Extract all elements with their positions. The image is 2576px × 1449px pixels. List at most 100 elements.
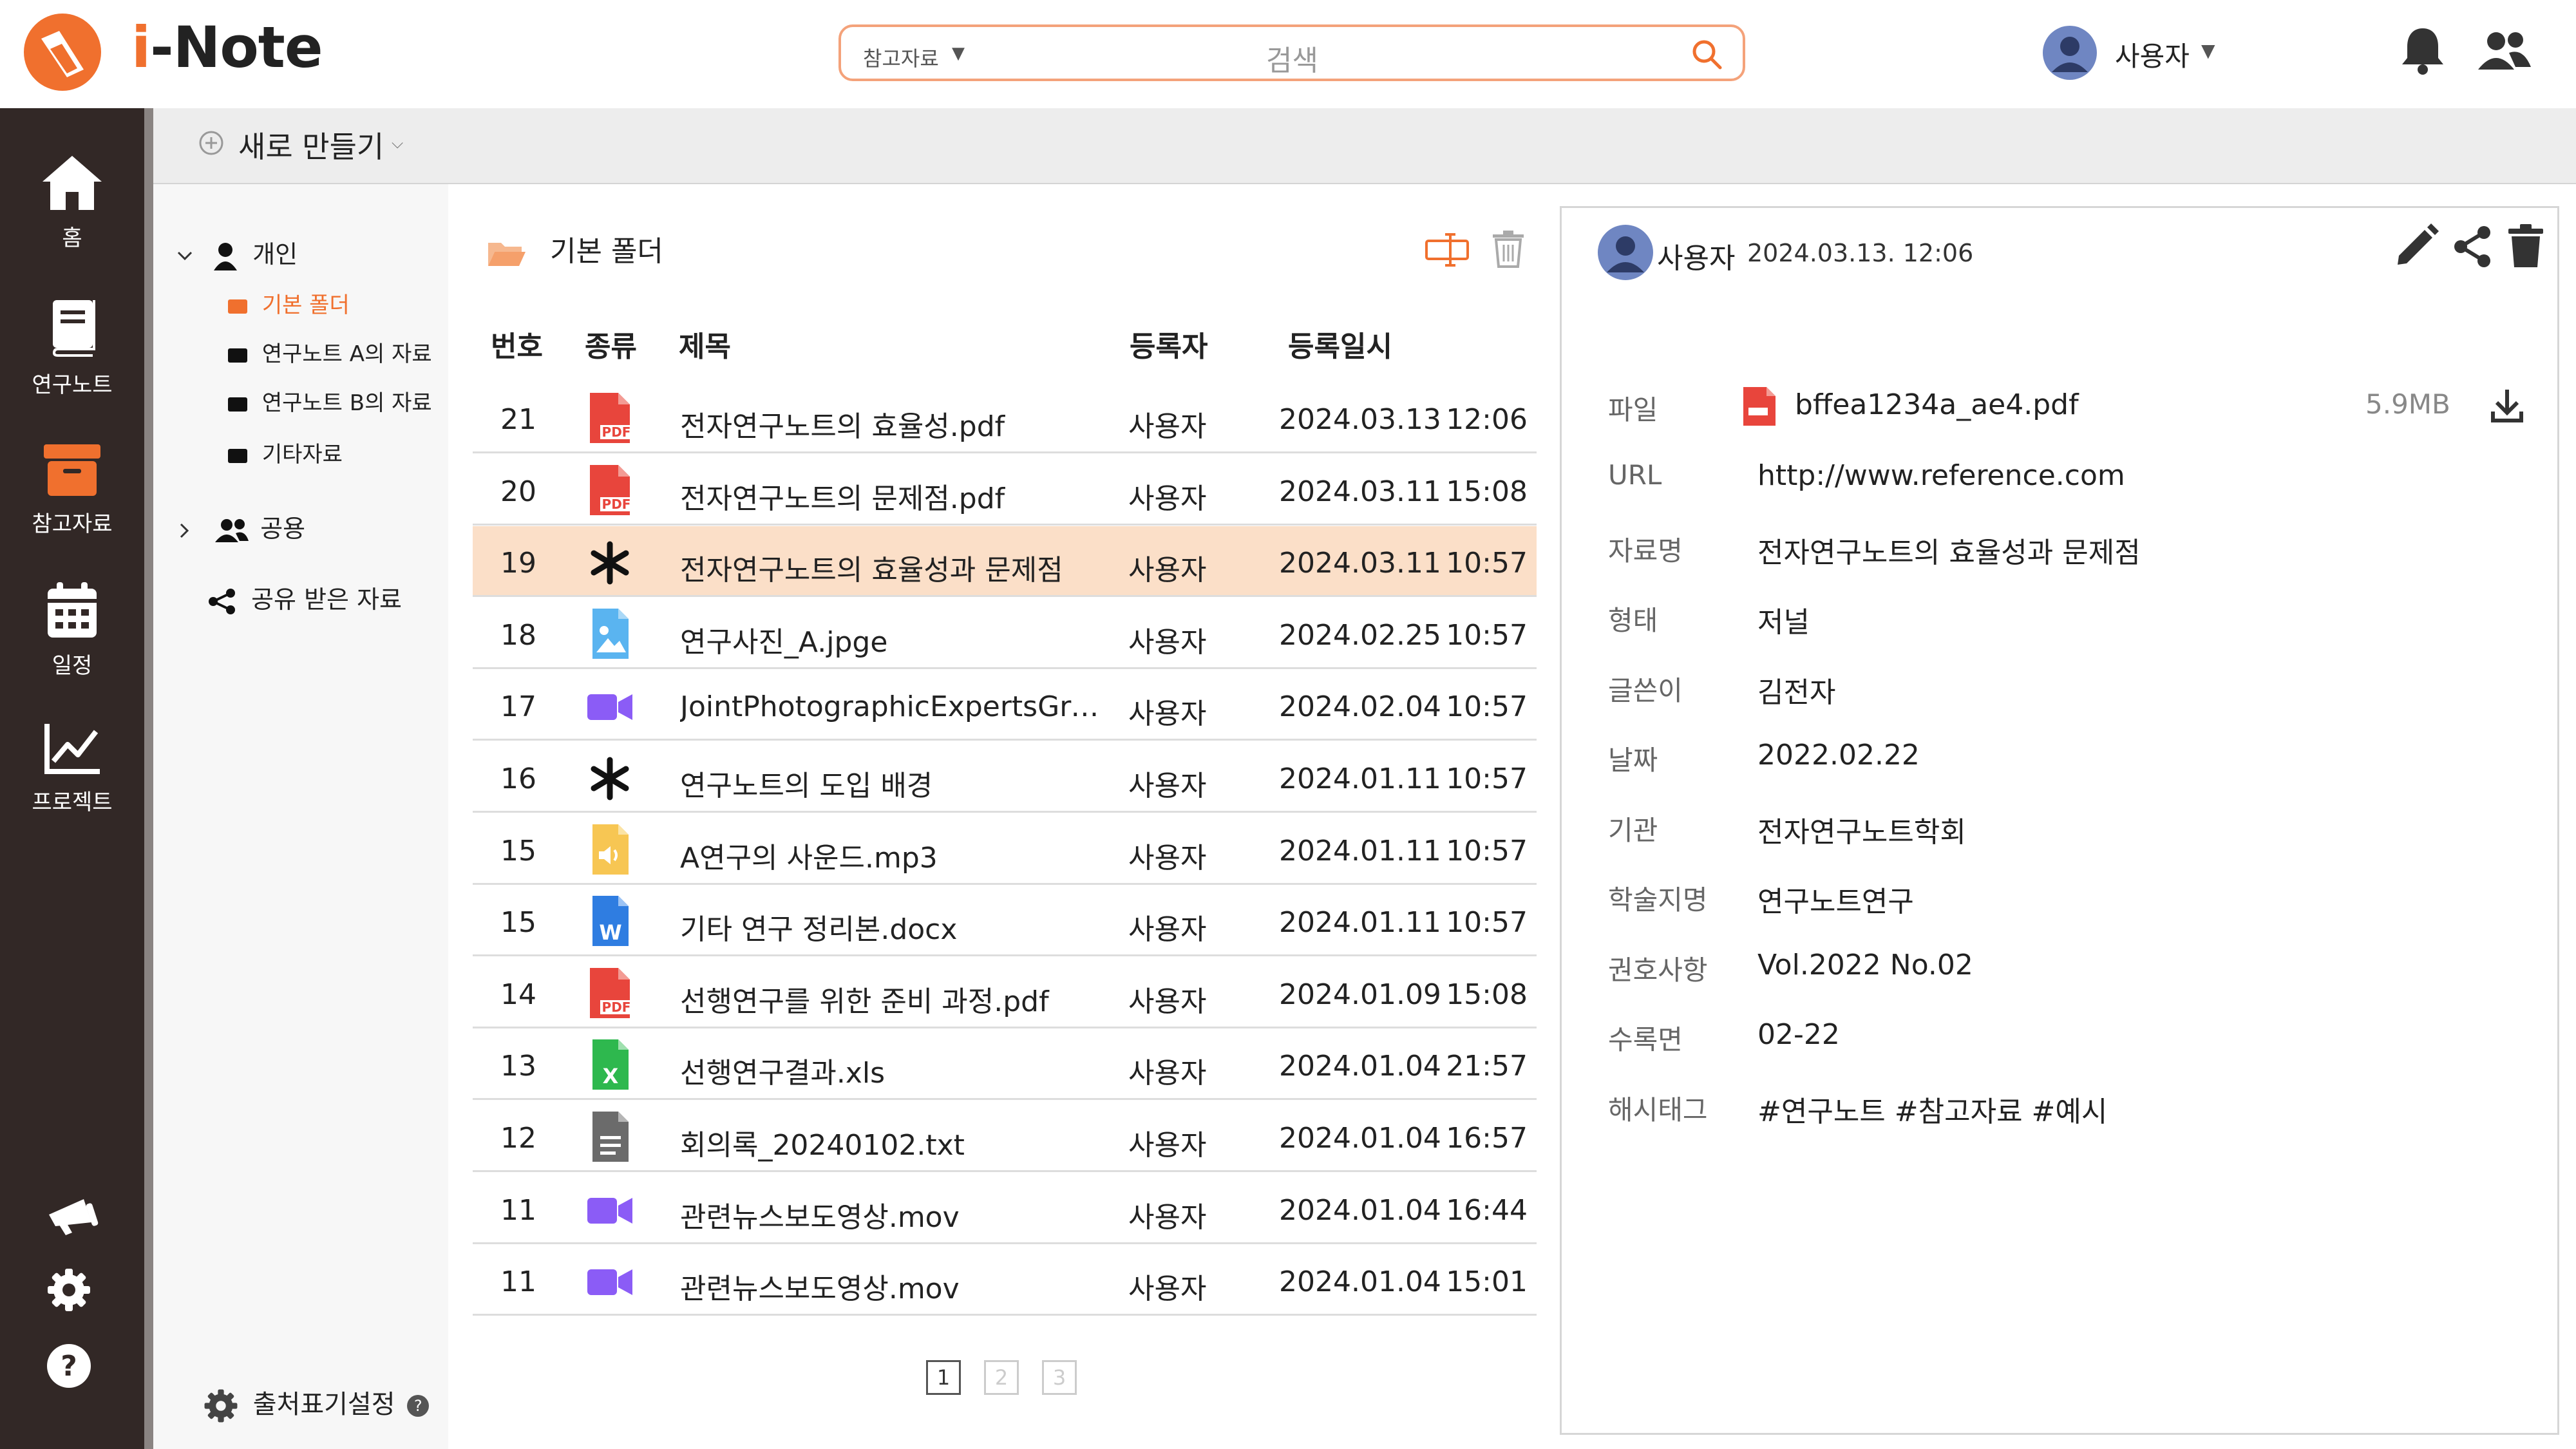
detail-key: 글쓴이 — [1608, 674, 1683, 706]
help-badge-icon[interactable]: ? — [407, 1395, 430, 1417]
table-row[interactable]: 17 JointPhotographicExpertsGrou… 사용자 2024.0… — [473, 670, 1537, 741]
tree-item-other[interactable]: 기타자료 — [228, 437, 343, 468]
nav-item-references[interactable]: 참고자료 — [0, 443, 144, 538]
detail-panel: 사용자 2024.03.13. 12:06 파일 bffea1234a_ae4.… — [1560, 206, 2559, 1435]
trash-icon[interactable] — [2507, 223, 2544, 269]
table-row[interactable]: 13 X 선행연구결과.xls 사용자 2024.01.04 21:57 — [473, 1029, 1537, 1101]
help-icon[interactable]: ? — [46, 1343, 91, 1388]
detail-value: 2022.02.22 — [1757, 739, 1920, 772]
search-category-select[interactable]: 참고자료 — [863, 43, 939, 72]
detail-value: 02-22 — [1757, 1018, 1840, 1051]
detail-value: 김전자 — [1757, 676, 1836, 709]
tree-node-shared[interactable]: 공유 받은 자료 — [207, 580, 402, 615]
table-header: 번호 종류 제목 등록자 등록일시 — [473, 323, 1537, 388]
row-title[interactable]: 전자연구노트의 효율성.pdf — [680, 403, 1112, 444]
megaphone-icon[interactable] — [46, 1197, 99, 1235]
nav-item-home[interactable]: 홈 — [0, 153, 144, 252]
table-row[interactable]: 15 W 기타 연구 정리본.docx 사용자 2024.01.11 10:57 — [473, 886, 1537, 957]
row-title[interactable]: 회의록_20240102.txt — [680, 1122, 1112, 1163]
trash-icon[interactable] — [1492, 229, 1525, 268]
video-camera-icon — [586, 679, 634, 732]
pencil-icon[interactable] — [2394, 223, 2439, 269]
column-header-title[interactable]: 제목 — [679, 323, 731, 365]
row-date: 2024.03.11 — [1279, 547, 1441, 580]
row-date: 2024.01.04 — [1279, 1265, 1441, 1299]
bell-icon[interactable] — [2398, 24, 2447, 76]
tree-node-personal[interactable]: 개인 — [176, 234, 298, 270]
citation-settings[interactable]: 출처표기설정 ? — [204, 1383, 430, 1423]
attached-file-name[interactable]: bffea1234a_ae4.pdf — [1795, 388, 2079, 421]
page-button[interactable]: 3 — [1042, 1360, 1077, 1395]
row-title[interactable]: 연구노트의 도입 배경 — [680, 762, 1112, 804]
table-row[interactable]: 18 연구사진_A.jpge 사용자 2024.02.25 10:57 — [473, 598, 1537, 669]
table-row[interactable]: 15 A연구의 사운드.mp3 사용자 2024.01.11 10:57 — [473, 814, 1537, 885]
gear-icon[interactable] — [46, 1267, 91, 1312]
column-header-no[interactable]: 번호 — [491, 323, 543, 365]
table-row[interactable]: 11 관련뉴스보도영상.mov 사용자 2024.01.04 16:44 — [473, 1173, 1537, 1244]
table-row[interactable]: 14 PDF 선행연구를 위한 준비 과정.pdf 사용자 2024.01.09 15:0… — [473, 958, 1537, 1028]
word-file-icon: W — [586, 895, 634, 947]
gear-icon — [204, 1389, 238, 1423]
row-title[interactable]: 선행연구를 위한 준비 과정.pdf — [680, 978, 1112, 1019]
tree-node-public[interactable]: 공용 — [179, 509, 305, 544]
column-header-type[interactable]: 종류 — [585, 323, 637, 365]
column-header-author[interactable]: 등록자 — [1130, 323, 1208, 365]
download-icon[interactable] — [2490, 387, 2524, 424]
search-icon[interactable] — [1690, 37, 1723, 71]
folder-icon — [228, 448, 247, 463]
i-note-logo-icon[interactable] — [22, 12, 103, 93]
detail-value: 연구노트연구 — [1757, 886, 1914, 918]
row-title[interactable]: 연구사진_A.jpge — [680, 619, 1112, 660]
people-icon[interactable] — [2477, 30, 2531, 72]
app-brand[interactable]: i-Note — [131, 14, 323, 80]
row-title[interactable]: 전자연구노트의 문제점.pdf — [680, 475, 1112, 516]
search-bar[interactable]: 참고자료 ▼ 검색 — [838, 24, 1745, 81]
left-navigation: 홈 연구노트 참고자료 일정 프로젝트 ? — [0, 108, 153, 1449]
plus-circle-icon[interactable] — [198, 130, 224, 156]
chevron-down-icon[interactable]: ⌵ — [392, 134, 403, 152]
row-title[interactable]: A연구의 사운드.mp3 — [680, 835, 1112, 876]
detail-key: 수록면 — [1608, 1024, 1683, 1056]
rename-icon[interactable] — [1425, 232, 1470, 268]
row-time: 10:57 — [1446, 690, 1528, 724]
table-row[interactable]: 19 전자연구노트의 효율성과 문제점 사용자 2024.03.11 10:57 — [473, 526, 1537, 598]
column-header-date[interactable]: 등록일시 — [1288, 323, 1392, 365]
row-title[interactable]: JointPhotographicExpertsGrou… — [680, 690, 1112, 723]
table-row[interactable]: 12 회의록_20240102.txt 사용자 2024.01.04 16:57 — [473, 1101, 1537, 1172]
pdf-file-icon — [1743, 387, 1776, 426]
new-create-button[interactable]: 새로 만들기 — [238, 124, 384, 166]
chevron-down-icon[interactable]: ▼ — [2201, 40, 2215, 61]
nav-item-schedule[interactable]: 일정 — [0, 582, 144, 679]
row-title[interactable]: 기타 연구 정리본.docx — [680, 906, 1112, 947]
chevron-down-icon[interactable]: ▼ — [952, 44, 965, 63]
table-row[interactable]: 20 PDF 전자연구노트의 문제점.pdf 사용자 2024.03.11 15:08 — [473, 455, 1537, 526]
nav-item-research-note[interactable]: 연구노트 — [0, 299, 144, 399]
detail-row: 자료명 전자연구노트의 효율성과 문제점 — [1608, 529, 2535, 581]
chevron-right-icon[interactable] — [179, 522, 191, 539]
user-name[interactable]: 사용자 — [2115, 35, 2190, 74]
line-chart-icon — [44, 724, 100, 774]
table-row[interactable]: 11 관련뉴스보도영상.mov 사용자 2024.01.04 15:01 — [473, 1245, 1537, 1316]
page-button[interactable]: 2 — [984, 1360, 1019, 1395]
row-author: 사용자 — [1128, 1129, 1207, 1162]
row-title[interactable]: 관련뉴스보도영상.mov — [680, 1194, 1112, 1235]
table-row[interactable]: 21 PDF 전자연구노트의 효율성.pdf 사용자 2024.03.13 12:06 — [473, 383, 1537, 453]
pdf-file-icon: PDF — [586, 392, 634, 444]
row-title[interactable]: 선행연구결과.xls — [680, 1050, 1112, 1091]
tree-item-folder-b[interactable]: 연구노트 B의 자료 — [228, 385, 432, 417]
tree-item-folder-a[interactable]: 연구노트 A의 자료 — [228, 336, 432, 368]
table-row[interactable]: 16 연구노트의 도입 배경 사용자 2024.01.11 10:57 — [473, 742, 1537, 813]
share-icon[interactable] — [2453, 226, 2492, 267]
page-button[interactable]: 1 — [926, 1360, 961, 1395]
citation-settings-label: 출처표기설정 — [252, 1390, 395, 1419]
chevron-down-icon[interactable] — [176, 251, 193, 262]
row-title[interactable]: 전자연구노트의 효율성과 문제점 — [680, 547, 1112, 588]
search-input[interactable]: 검색 — [1266, 37, 1318, 79]
nav-item-project[interactable]: 프로젝트 — [0, 723, 144, 816]
row-title[interactable]: 관련뉴스보도영상.mov — [680, 1265, 1112, 1307]
row-number: 19 — [500, 547, 536, 580]
avatar[interactable] — [2043, 26, 2097, 80]
tree-item-default-folder[interactable]: 기본 폴더 — [228, 287, 350, 319]
detail-row: 형태 저널 — [1608, 599, 2535, 650]
row-author: 사용자 — [1128, 841, 1207, 875]
